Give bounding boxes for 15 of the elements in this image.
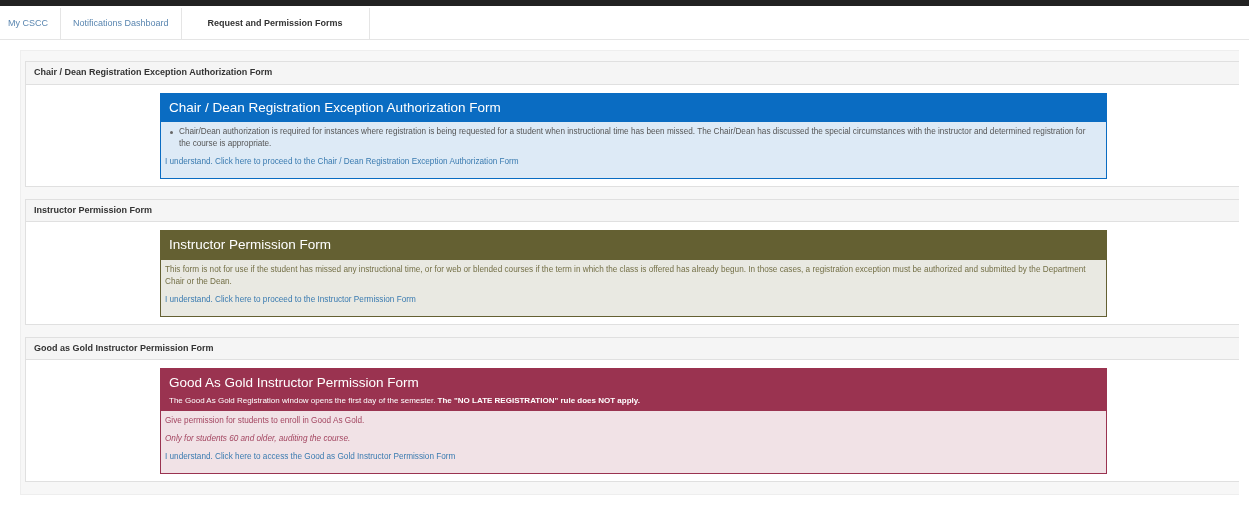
panel-title: Instructor Permission Form [169, 237, 332, 253]
section-heading: Good as Gold Instructor Permission Form [26, 337, 1239, 361]
form-link[interactable]: I understand. Click here to proceed to the Instructor Permission Form [165, 295, 416, 304]
bullet-icon [170, 130, 173, 134]
panel-title: Good As Gold Instructor Permission Form [169, 375, 419, 391]
section-heading: Instructor Permission Form [26, 199, 1239, 223]
panel-title: Chair / Dean Registration Exception Authorization Form [169, 99, 501, 115]
bullet-text: Chair/Dean authorization is required for instances where registration is being requested for a student when instructional time has been missed. The Chair/Dean has discussed the special circumstances with the instructor and determined registration for the course is appropriate. [165, 125, 1099, 152]
section-heading: Chair / Dean Registration Exception Authorization Form [26, 62, 1239, 85]
body-text: This form is not for use if the student has missed any instructional time, or for web or blended courses if the term in which the class is offered has already begun. In those cases, a registration exception must be authorized and submitted by the Department Chair or the Dean. [165, 263, 1087, 289]
panel-subtitle: The Good As Gold Registration window opens the first day of the semester. The "NO LATE REGISTRATION" rule does NOT apply. [169, 395, 641, 408]
body-text: Give permission for students to enroll in Good As Gold. [165, 415, 366, 428]
form-link[interactable]: I understand. Click here to access the Good as Gold Instructor Permission Form [165, 451, 456, 461]
body-text: Only for students 60 and older, auditing the course. [165, 433, 352, 446]
form-link[interactable]: I understand. Click here to proceed to the Chair / Dean Registration Exception Authorization Form [165, 157, 519, 167]
